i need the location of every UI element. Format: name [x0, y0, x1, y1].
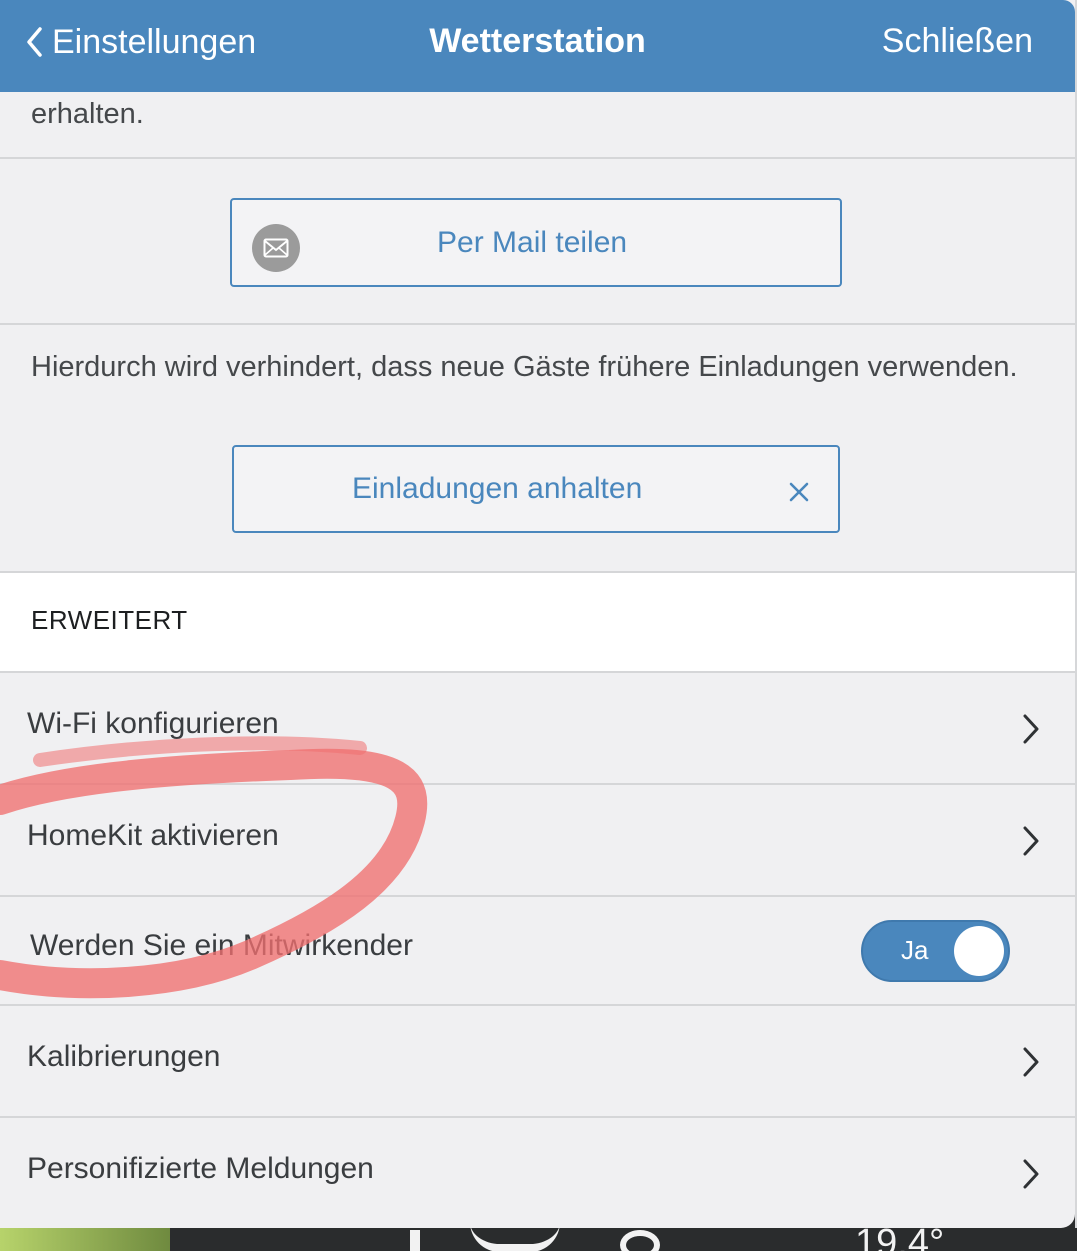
truncated-description: erhalten.: [31, 98, 144, 130]
chevron-right-icon: [1023, 714, 1039, 744]
chevron-right-icon: [1023, 1159, 1039, 1189]
pause-invites-label: Einladungen anhalten: [352, 472, 643, 505]
background-gauge: [0, 1228, 170, 1251]
chevron-left-icon: [27, 27, 42, 57]
background-mark: [410, 1230, 420, 1251]
row-wifi-configure[interactable]: Wi-Fi konfigurieren: [0, 673, 1075, 785]
share-mail-button[interactable]: Per Mail teilen: [230, 198, 842, 287]
row-calibrations[interactable]: Kalibrierungen: [0, 1006, 1075, 1118]
close-icon: [789, 482, 809, 502]
back-label: Einstellungen: [52, 22, 257, 61]
close-button[interactable]: Schließen: [882, 22, 1033, 61]
row-homekit-activate[interactable]: HomeKit aktivieren: [0, 785, 1075, 897]
background-arc: [470, 1228, 560, 1251]
divider: [0, 157, 1075, 159]
share-mail-label: Per Mail teilen: [437, 225, 628, 259]
back-button[interactable]: Einstellungen: [24, 22, 256, 62]
toggle-knob: [954, 926, 1004, 976]
row-label: Werden Sie ein Mitwirkender: [30, 929, 413, 962]
toggle-label: Ja: [901, 935, 929, 965]
row-personalized-alerts[interactable]: Personifizierte Meldungen: [0, 1118, 1075, 1228]
background-temperature: 19,4°: [855, 1228, 945, 1251]
row-label: HomeKit aktivieren: [27, 819, 279, 852]
nav-bar: Einstellungen Wetterstation Schließen: [0, 0, 1075, 92]
section-header-advanced: ERWEITERT: [0, 573, 1075, 671]
background-circle: [620, 1230, 660, 1251]
chevron-right-icon: [1023, 826, 1039, 856]
row-label: Kalibrierungen: [27, 1040, 221, 1073]
row-label: Personifizierte Meldungen: [27, 1152, 374, 1185]
divider: [0, 323, 1075, 325]
mail-icon: [252, 224, 300, 272]
invite-description: Hierdurch wird verhindert, dass neue Gäs…: [31, 351, 1018, 383]
row-label: Wi-Fi konfigurieren: [27, 707, 279, 740]
section-header-label: ERWEITERT: [31, 605, 188, 635]
background-weather-peek: 19,4°: [0, 1228, 1077, 1251]
chevron-right-icon: [1023, 1047, 1039, 1077]
contributor-toggle[interactable]: Ja: [861, 920, 1010, 982]
settings-sheet: Einstellungen Wetterstation Schließen er…: [0, 0, 1075, 1228]
pause-invites-button[interactable]: Einladungen anhalten: [232, 445, 840, 533]
